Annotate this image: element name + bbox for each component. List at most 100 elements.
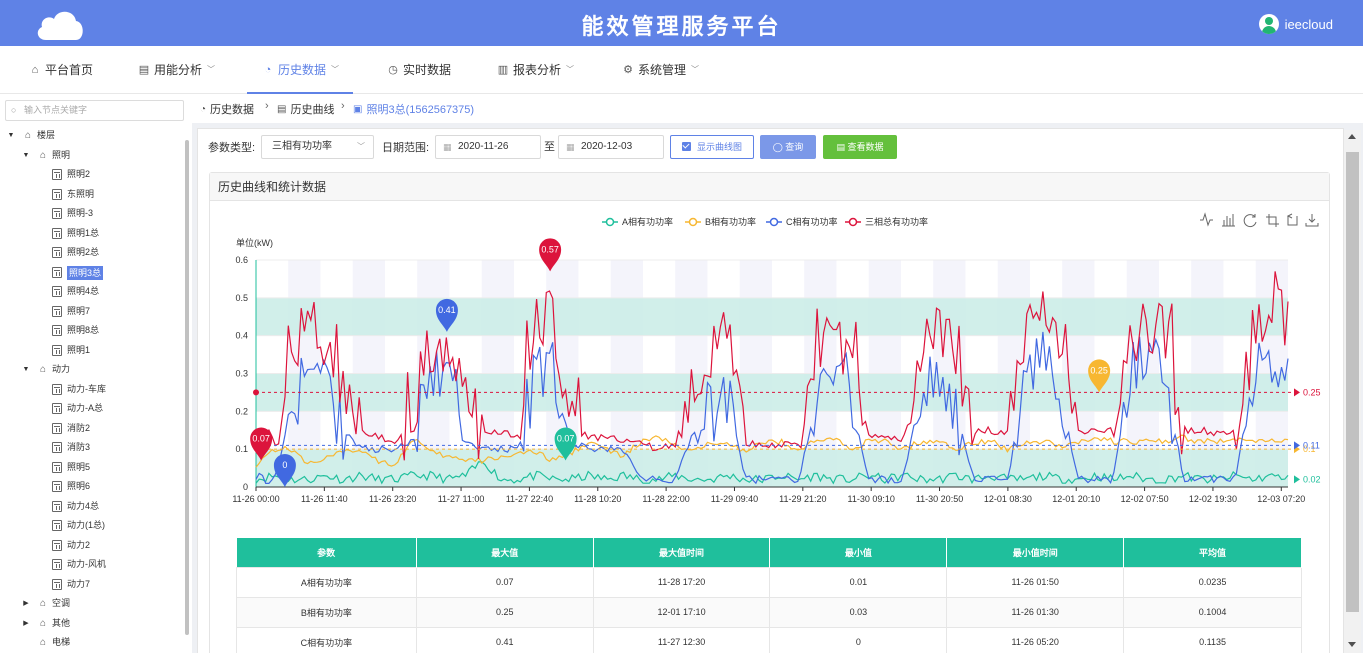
y-tick-label: 0.1 xyxy=(235,444,248,454)
caret-down-icon[interactable]: ▼ xyxy=(21,146,31,166)
param-type-label: 参数类型: xyxy=(208,142,256,154)
tree-node[interactable]: 照明8总 xyxy=(0,321,184,341)
nav-history-data[interactable]: ◔ 历史数据 ﹀ xyxy=(246,46,354,94)
tree-node[interactable]: 照明2 xyxy=(0,165,184,185)
param-type-select[interactable]: 三相有功功率 ﹀ xyxy=(261,135,374,159)
meter-icon xyxy=(52,227,62,239)
table-row: B相有功功率 0.25 12-01 17:10 0.03 11-26 01:30 0.10… xyxy=(236,596,1302,628)
caret-down-icon[interactable]: ▼ xyxy=(6,126,16,146)
tree-node[interactable]: 动力(1总) xyxy=(0,516,184,536)
meter-icon xyxy=(52,247,62,258)
scroll-down-icon[interactable] xyxy=(1348,642,1356,647)
meter-icon xyxy=(52,461,62,473)
legend-item-4[interactable]: 三相总有功功率 xyxy=(865,216,928,227)
tree-node[interactable]: 照明-3 xyxy=(0,204,184,224)
nav-energy-analysis[interactable]: ▤ 用能分析 ﹀ xyxy=(137,46,215,94)
meter-icon: ▣ xyxy=(353,103,363,115)
tree-node-label: 动力7 xyxy=(67,578,91,589)
tree-node-label: 照明5 xyxy=(67,461,91,472)
meter-icon xyxy=(52,383,62,395)
average-arrow-icon xyxy=(1294,388,1300,397)
breadcrumb-history-curve[interactable]: ▤ 历史曲线 xyxy=(277,101,334,117)
column-header[interactable]: 平均值 xyxy=(1123,538,1302,567)
scrollbar-thumb[interactable] xyxy=(1346,152,1359,612)
tree-node[interactable]: 照明6 xyxy=(0,477,184,497)
nav-energy-analysis-label: 用能分析 xyxy=(154,63,203,77)
start-date-input[interactable]: ▦ 2020-11-26 xyxy=(435,135,541,159)
tree-node[interactable]: 消防3 xyxy=(0,438,184,458)
tree-node[interactable]: 照明4总 xyxy=(0,282,184,302)
x-tick-label: 11-29 21:20 xyxy=(779,494,826,504)
tree-node[interactable]: 消防2 xyxy=(0,419,184,439)
column-header[interactable]: 最大值 xyxy=(416,538,594,567)
tree-node[interactable]: ▶ ⌂ 其他 xyxy=(0,614,184,634)
breadcrumb-history-data[interactable]: ◔ 历史数据 xyxy=(200,101,254,117)
history-line-chart[interactable]: 0 0.1 0.2 0.3 0.4 0.5 0.6 单位(kW) 11-26 00:00 11-2… xyxy=(210,202,1331,522)
tree-search-input[interactable]: ○ 输入节点关键字 xyxy=(5,100,184,121)
column-header[interactable]: 参数 xyxy=(236,538,417,567)
tree-node[interactable]: 动力4总 xyxy=(0,497,184,517)
clock-icon: ◷ xyxy=(388,64,398,76)
scroll-up-icon[interactable] xyxy=(1348,134,1356,139)
legend-item-3[interactable]: C相有功功率 xyxy=(786,216,838,227)
line-switch-icon[interactable] xyxy=(1200,212,1213,227)
legend-item-1[interactable]: A相有功功率 xyxy=(622,216,673,227)
min-marker-pin-label: 0 xyxy=(282,460,287,470)
tree-node-label: 照明8总 xyxy=(67,325,100,335)
tree-node[interactable]: 照明7 xyxy=(0,302,184,322)
zoom-reset-icon[interactable] xyxy=(1286,213,1298,226)
x-tick-label: 11-30 09:10 xyxy=(847,494,894,504)
tree-node[interactable]: 照明3总 xyxy=(0,263,184,283)
caret-down-icon[interactable]: ▼ xyxy=(21,360,31,380)
tree-node-label: 照明2 xyxy=(67,169,91,179)
nav-home[interactable]: ⌂ 平台首页 xyxy=(28,46,93,94)
page-scrollbar[interactable] xyxy=(1344,130,1361,653)
bar-switch-icon[interactable] xyxy=(1222,214,1235,227)
tree-node[interactable]: 照明1总 xyxy=(0,224,184,244)
tree-search-placeholder: 输入节点关键字 xyxy=(24,105,88,115)
user-menu[interactable]: ieecloud xyxy=(1258,13,1333,35)
stats-table: 参数 最大值 最大值时间 最小值 最小值时间 平均值 A相有功功率 0.07 11-28 17… xyxy=(236,538,1302,653)
nav-realtime-data[interactable]: ◷ 实时数据 xyxy=(386,46,451,94)
caret-right-icon[interactable]: ▶ xyxy=(21,594,31,614)
chart-value-band xyxy=(256,449,1288,487)
tree-node[interactable]: 动力-车库 xyxy=(0,380,184,400)
tree-node[interactable]: ⌂ 电梯 xyxy=(0,633,184,653)
gear-icon: ⚙ xyxy=(623,64,633,76)
tree-node[interactable]: 照明2总 xyxy=(0,243,184,263)
building-icon: ⌂ xyxy=(39,637,47,648)
tree-node[interactable]: ▼ ⌂ 照明 xyxy=(0,146,184,166)
column-header[interactable]: 最小值 xyxy=(769,538,948,567)
tree-node[interactable]: ▶ ⌂ 空调 xyxy=(0,594,184,614)
table-cell: C相有功功率 xyxy=(236,626,417,653)
tree-node[interactable]: 动力-A总 xyxy=(0,399,184,419)
sidebar-scrollbar[interactable] xyxy=(185,140,189,635)
tree-node[interactable]: 动力-风机 xyxy=(0,555,184,575)
tree-node[interactable]: 动力7 xyxy=(0,575,184,595)
zoom-icon[interactable] xyxy=(1266,214,1279,227)
column-header[interactable]: 最小值时间 xyxy=(946,538,1125,567)
nav-report-analysis[interactable]: ▥ 报表分析 ﹀ xyxy=(496,46,574,94)
nav-system-settings[interactable]: ⚙ 系统管理 ﹀ xyxy=(621,46,699,94)
restore-icon[interactable] xyxy=(1243,214,1257,228)
show-curve-toggle[interactable]: 显示曲线图 xyxy=(670,135,754,159)
query-button[interactable]: ◯ 查询 xyxy=(760,135,816,159)
view-data-button[interactable]: ▤ 查看数据 xyxy=(823,135,897,159)
checkbox-checked-icon xyxy=(681,142,691,151)
legend-item-2[interactable]: B相有功功率 xyxy=(705,216,756,227)
tree-node[interactable]: 东照明 xyxy=(0,185,184,205)
building-icon: ⌂ xyxy=(39,149,47,161)
tree-node[interactable]: 照明5 xyxy=(0,458,184,478)
caret-right-icon[interactable]: ▶ xyxy=(21,614,31,634)
end-date-input[interactable]: ▦ 2020-12-03 xyxy=(558,135,664,159)
tree-node[interactable]: ▼ ⌂ 楼层 xyxy=(0,126,184,146)
tree-node[interactable]: 照明1 xyxy=(0,341,184,361)
y-tick-label: 0.4 xyxy=(235,331,248,341)
param-type-value: 三相有功功率 xyxy=(272,141,332,152)
column-header[interactable]: 最大值时间 xyxy=(593,538,771,567)
download-icon[interactable] xyxy=(1305,214,1319,227)
x-tick-label: 11-28 10:20 xyxy=(574,494,621,504)
tree-node[interactable]: 动力2 xyxy=(0,536,184,556)
query-label: 查询 xyxy=(785,142,804,152)
tree-node[interactable]: ▼ ⌂ 动力 xyxy=(0,360,184,380)
